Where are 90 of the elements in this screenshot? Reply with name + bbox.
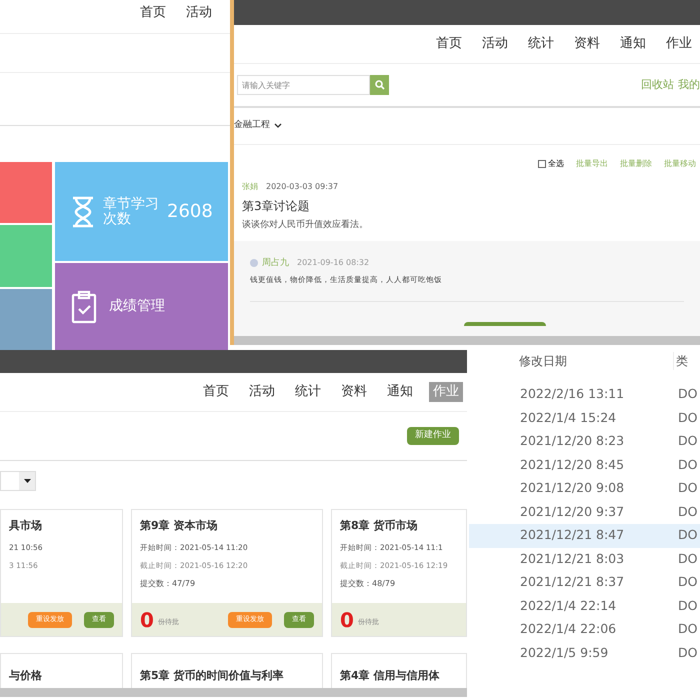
dashboard-tile[interactable] bbox=[0, 162, 52, 224]
pending-count: 0 bbox=[140, 610, 154, 630]
modified-date: 2021/12/21 8:03 bbox=[520, 550, 626, 568]
column-header[interactable]: 类 bbox=[676, 352, 688, 370]
course-name[interactable]: 金融工程 bbox=[234, 119, 270, 133]
modified-date: 2022/1/4 22:06 bbox=[520, 620, 618, 638]
file-type: DO bbox=[678, 502, 698, 521]
nav-tab[interactable]: 统计 bbox=[524, 34, 558, 54]
select-all-label: 全选 bbox=[548, 158, 564, 170]
file-type: DO bbox=[678, 573, 698, 592]
file-row[interactable]: 2021/12/21 8:47 DO bbox=[469, 524, 700, 548]
card-title: 第5章 货币的时间价值与利率 bbox=[140, 669, 284, 682]
file-row[interactable]: 2021/12/20 8:23 DO bbox=[469, 430, 700, 454]
card-title: 与价格 bbox=[9, 669, 42, 682]
nav-tab[interactable]: 统计 bbox=[291, 382, 325, 402]
hourglass-icon bbox=[71, 196, 95, 228]
nav-tab[interactable]: 活动 bbox=[182, 2, 216, 22]
modified-date: 2022/1/5 9:59 bbox=[520, 644, 610, 662]
file-type: DO bbox=[678, 550, 698, 568]
file-type: DO bbox=[678, 432, 698, 450]
select-all-checkbox[interactable] bbox=[538, 160, 546, 168]
submission-count: 提交数：47/79 bbox=[140, 578, 196, 590]
nav-tab[interactable]: 通知 bbox=[383, 382, 417, 402]
caret-icon bbox=[24, 479, 30, 483]
file-row[interactable]: 2021/12/20 9:37 DO bbox=[469, 500, 700, 524]
nav-tab[interactable]: 资料 bbox=[337, 382, 371, 402]
submission-count: 提交数：48/79 bbox=[340, 578, 396, 590]
tile-label: 成绩管理 bbox=[109, 297, 165, 316]
file-type: DO bbox=[678, 385, 698, 404]
file-row[interactable]: 2022/1/4 22:06 DO bbox=[469, 618, 700, 642]
reply-time: 2021-09-16 08:32 bbox=[297, 257, 370, 270]
nav-tab[interactable]: 首页 bbox=[199, 382, 233, 402]
dashboard-tile[interactable] bbox=[0, 288, 52, 350]
file-type: DO bbox=[678, 526, 698, 544]
modified-date: 2021/12/21 8:47 bbox=[520, 526, 626, 544]
pending-count: 0 bbox=[340, 610, 354, 630]
search-button[interactable] bbox=[370, 75, 389, 95]
file-row[interactable]: 2021/12/20 9:08 DO bbox=[469, 477, 700, 500]
tile-label: 次数 bbox=[103, 212, 132, 226]
modified-date: 2021/12/20 9:08 bbox=[520, 479, 626, 498]
file-type: DO bbox=[678, 620, 698, 638]
post-author: 张娟 bbox=[242, 181, 258, 193]
card-title: 第9章 资本市场 bbox=[140, 518, 218, 534]
modified-date: 2022/2/16 13:11 bbox=[520, 385, 626, 404]
card-title: 第8章 货币市场 bbox=[340, 518, 418, 534]
file-row[interactable]: 2022/1/4 22:14 DO bbox=[469, 594, 700, 618]
file-row[interactable]: 2022/2/16 13:11 DO bbox=[469, 383, 700, 406]
modified-date: 2022/1/4 22:14 bbox=[520, 596, 618, 615]
modified-date: 2022/1/4 15:24 bbox=[520, 408, 618, 427]
file-row[interactable]: 2022/1/4 15:24 DO bbox=[469, 406, 700, 430]
dashboard-tile[interactable]: 成绩管理 bbox=[55, 263, 228, 350]
search-icon bbox=[374, 80, 384, 90]
nav-tab[interactable]: 活动 bbox=[245, 382, 279, 402]
clipboard-check-icon bbox=[71, 290, 97, 324]
post-title: 第3章讨论题 bbox=[242, 198, 311, 215]
post-time: 2020-03-03 09:37 bbox=[266, 181, 338, 193]
modified-date: 2021/12/20 8:23 bbox=[520, 432, 626, 450]
file-row[interactable]: 2021/12/21 8:37 DO bbox=[469, 571, 700, 594]
modified-date: 2021/12/21 8:37 bbox=[520, 573, 626, 592]
card-title: 具市场 bbox=[9, 518, 43, 534]
action-button[interactable] bbox=[464, 322, 546, 326]
chevron-down-icon bbox=[274, 123, 282, 129]
nav-tab[interactable]: 通知 bbox=[616, 34, 650, 54]
nav-tab[interactable]: 首页 bbox=[432, 34, 466, 54]
nav-tab[interactable]: 首页 bbox=[136, 2, 170, 22]
modified-date: 2021/12/20 9:37 bbox=[520, 502, 626, 521]
file-type: DO bbox=[678, 644, 698, 662]
file-row[interactable]: 2021/12/21 8:03 DO bbox=[469, 548, 700, 571]
reply-author: 周占九 bbox=[262, 256, 289, 270]
nav-tab[interactable]: 资料 bbox=[570, 34, 604, 54]
post-body: 谈谈你对人民币升值效应看法。 bbox=[242, 219, 369, 232]
dashboard-tile[interactable] bbox=[0, 225, 52, 287]
card-title: 第4章 信用与信用体 bbox=[340, 669, 440, 682]
tile-label: 章节学习 bbox=[103, 196, 159, 212]
scrollbar[interactable] bbox=[0, 688, 467, 697]
dropdown-select[interactable] bbox=[0, 471, 36, 491]
file-type: DO bbox=[678, 408, 698, 427]
file-row[interactable]: 2022/1/5 9:59 DO bbox=[469, 642, 700, 665]
column-header[interactable]: 修改日期 bbox=[519, 352, 674, 370]
nav-tab[interactable]: 活动 bbox=[478, 34, 512, 54]
file-type: DO bbox=[678, 456, 698, 474]
new-assignment-button[interactable]: 新建作业 bbox=[407, 427, 459, 445]
scrollbar[interactable] bbox=[234, 336, 700, 345]
nav-tab[interactable]: 作业 bbox=[662, 34, 696, 54]
file-type: DO bbox=[678, 479, 698, 498]
file-type: DO bbox=[678, 596, 698, 615]
tile-value: 2608 bbox=[167, 200, 213, 224]
modified-date: 2021/12/20 8:45 bbox=[520, 456, 626, 474]
search-field[interactable]: 请输入关键字 bbox=[237, 75, 370, 95]
file-row[interactable]: 2021/12/20 8:45 DO bbox=[469, 454, 700, 477]
